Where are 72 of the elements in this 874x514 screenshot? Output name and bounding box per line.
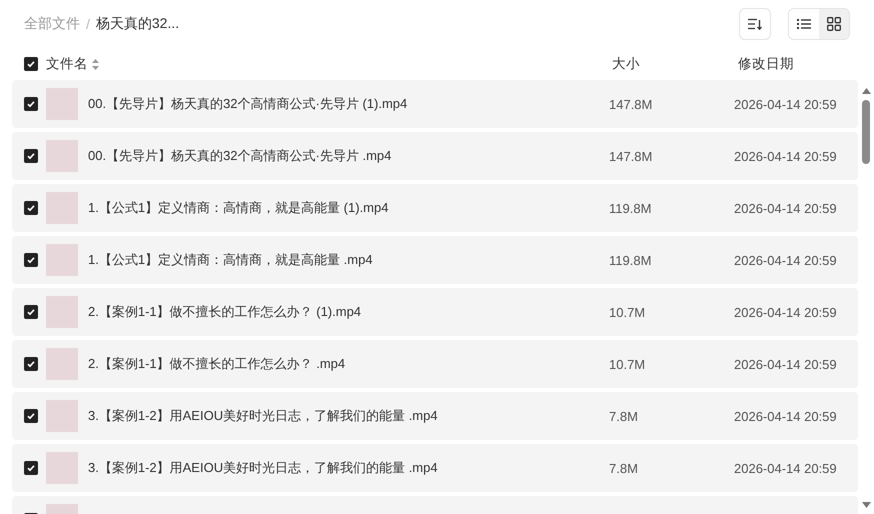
file-size: 147.8M <box>609 148 654 164</box>
modified-date: 2026-04-14 20:59 <box>734 252 838 268</box>
file-row[interactable]: 2.【案例1-1】做不擅长的工作怎么办？ .mp4 10.7M 2026-04-14 20:59 <box>12 340 858 388</box>
list-icon <box>797 18 811 30</box>
photo-placeholder <box>46 140 78 172</box>
select-all-checkbox[interactable] <box>24 57 38 71</box>
row-checkbox[interactable] <box>24 409 38 423</box>
file-name: 3.【案例1-2】用AEIOU美好时光日志，了解我们的能量 .mp4 <box>88 459 439 477</box>
breadcrumb-separator: / <box>86 16 90 32</box>
file-name: 00.【先导片】杨天真的32个高情商公式·先导片 (1).mp4 <box>88 95 408 113</box>
file-name: 1.【公式1】定义情商：高情商，就是高能量 (1).mp4 <box>88 199 390 217</box>
file-size: 119.8M <box>609 200 652 216</box>
file-name: 2.【案例1-1】做不擅长的工作怎么办？ .mp4 <box>88 355 346 373</box>
scrollbar-thumb[interactable] <box>862 100 870 164</box>
check-icon <box>26 99 36 109</box>
grid-icon <box>827 17 841 31</box>
check-icon <box>26 151 36 161</box>
photo-placeholder <box>46 452 78 484</box>
row-checkbox[interactable] <box>24 253 38 267</box>
check-icon <box>26 203 36 213</box>
row-checkbox[interactable] <box>24 305 38 319</box>
modified-date: 2026-04-14 20:59 <box>734 200 838 216</box>
sort-button[interactable] <box>739 8 771 40</box>
modified-date: 2026-04-14 20:59 <box>734 460 838 476</box>
file-name: 2.【案例1-1】做不擅长的工作怎么办？ (1).mp4 <box>88 303 362 321</box>
row-checkbox[interactable] <box>24 97 38 111</box>
file-row[interactable]: 2.【案例1-1】做不擅长的工作怎么办？ (1).mp4 10.7M 2026-04-14 20:59 <box>12 288 858 336</box>
scroll-down-icon[interactable] <box>862 502 870 508</box>
photo-placeholder <box>46 348 78 380</box>
file-row[interactable]: 1.【公式1】定义情商：高情商，就是高能量 (1).mp4 119.8M 2026-04-14 20:59 <box>12 184 858 232</box>
row-checkbox[interactable] <box>24 149 38 163</box>
check-icon <box>26 59 36 69</box>
check-icon <box>26 255 36 265</box>
file-size: 147.8M <box>609 96 654 112</box>
file-size: 7.8M <box>609 460 639 476</box>
photo-placeholder <box>46 88 78 120</box>
check-icon <box>26 463 36 473</box>
modified-date: 2026-04-14 20:59 <box>734 356 838 372</box>
file-size: 10.7M <box>609 304 646 320</box>
row-checkbox[interactable] <box>24 201 38 215</box>
file-row[interactable]: 3.【案例1-2】用AEIOU美好时光日志，了解我们的能量 .mp4 7.8M 2026-04-14 20:59 <box>12 444 858 492</box>
scroll-up-icon[interactable] <box>862 88 870 94</box>
modified-date: 2026-04-14 20:59 <box>734 96 838 112</box>
file-size: 7.8M <box>609 408 639 424</box>
column-header[interactable]: 文件名 <box>46 55 88 73</box>
column-header: 大小 <box>612 56 640 71</box>
row-checkbox[interactable] <box>24 461 38 475</box>
file-name: 00.【先导片】杨天真的32个高情商公式·先导片 .mp4 <box>88 147 392 165</box>
file-size: 10.7M <box>609 356 646 372</box>
file-name: 3.【案例1-2】用AEIOU美好时光日志，了解我们的能量 .mp4 <box>88 407 439 425</box>
sort-arrows-icon <box>92 58 99 70</box>
file-row[interactable]: 00.【先导片】杨天真的32个高情商公式·先导片 .mp4 147.8M 2026-04-14 20:59 <box>12 132 858 180</box>
file-row[interactable]: 00.【先导片】杨天真的32个高情商公式·先导片 (1).mp4 147.8M 2026-04-14 20:59 <box>12 80 858 128</box>
photo-placeholder <box>46 192 78 224</box>
file-name: 1.【公式1】定义情商：高情商，就是高能量 .mp4 <box>88 251 374 269</box>
file-size: 119.8M <box>609 252 652 268</box>
column-header: 修改日期 <box>738 56 794 71</box>
file-row[interactable]: 1.【公式1】定义情商：高情商，就是高能量 .mp4 119.8M 2026-04-14 20:59 <box>12 236 858 284</box>
modified-date: 2026-04-14 20:59 <box>734 148 838 164</box>
check-icon <box>26 411 36 421</box>
breadcrumb-link[interactable]: 杨天真的32... <box>96 15 180 33</box>
check-icon <box>26 307 36 317</box>
modified-date: 2026-04-14 20:59 <box>734 304 838 320</box>
view-mode-button[interactable] <box>819 9 849 39</box>
photo-placeholder <box>46 400 78 432</box>
photo-placeholder <box>46 296 78 328</box>
check-icon <box>26 359 36 369</box>
sort-icon <box>748 18 762 30</box>
file-row[interactable]: 3.【案例1-2】用AEIOU美好时光日志，了解我们的能量 .mp4 7.8M 2026-04-14 20:59 <box>12 392 858 440</box>
row-checkbox[interactable] <box>24 357 38 371</box>
modified-date: 2026-04-14 20:59 <box>734 408 838 424</box>
photo-placeholder <box>46 244 78 276</box>
